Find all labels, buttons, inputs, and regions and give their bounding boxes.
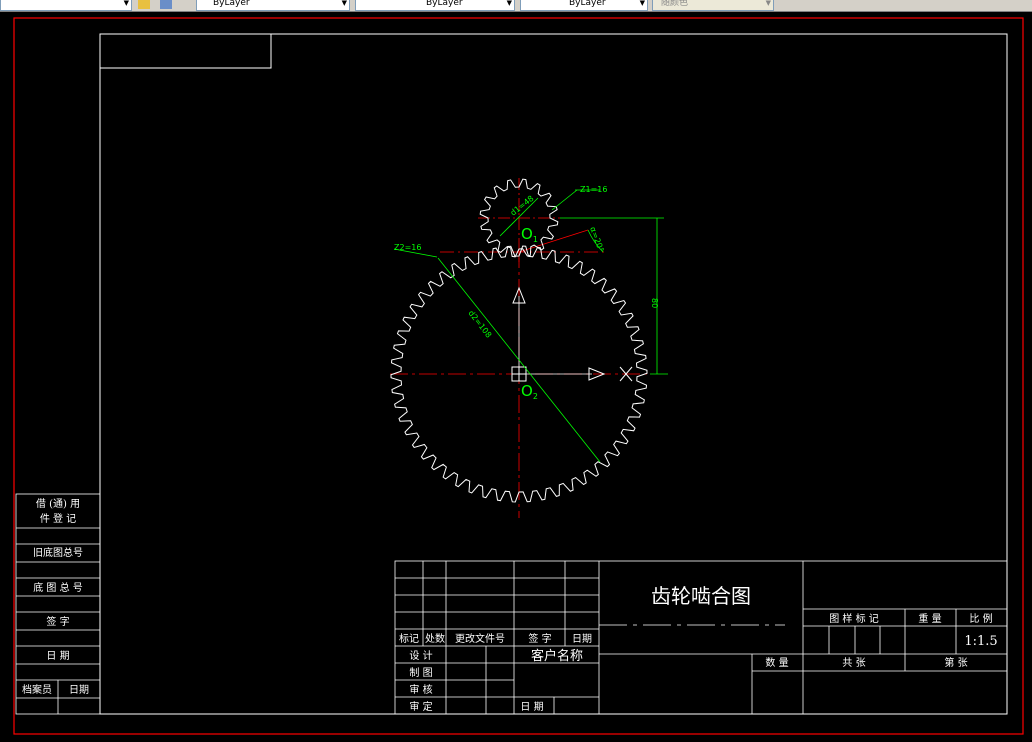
chevron-down-icon: ▼ bbox=[639, 0, 645, 7]
drawing-title: 齿轮啮合图 bbox=[651, 584, 751, 608]
quantity-label: 数 量 bbox=[765, 656, 788, 669]
registration-label-1: 借 (通) 用 bbox=[36, 498, 80, 510]
gear-assembly: Z1=16 Z2=16 d1=48 d2=108 80 α=20° O1 O2 bbox=[390, 178, 668, 518]
row-draw: 制 图 bbox=[409, 666, 432, 679]
left-registration-column bbox=[15, 493, 101, 715]
row-design: 设 计 bbox=[409, 649, 432, 662]
lineweight-control[interactable]: ByLayer ▼ bbox=[520, 0, 648, 11]
chevron-down-icon: ▼ bbox=[341, 0, 347, 7]
weight-label: 重 量 bbox=[918, 612, 941, 625]
signature-label: 签 字 bbox=[46, 615, 69, 628]
header-document: 更改文件号 bbox=[455, 632, 505, 645]
center-distance-label: 80 bbox=[650, 298, 659, 308]
color-control[interactable]: ByLayer ▼ bbox=[196, 0, 350, 11]
o2-label: O2 bbox=[521, 382, 538, 401]
chevron-down-icon: ▼ bbox=[506, 0, 512, 7]
chevron-down-icon: ▼ bbox=[123, 0, 129, 7]
o1-label: O1 bbox=[521, 225, 538, 244]
header-count: 处数 bbox=[425, 632, 445, 645]
stage-mark-label: 图 样 标 记 bbox=[829, 612, 879, 625]
base-drawing-number-label: 底 图 总 号 bbox=[33, 581, 83, 594]
archivist-date-label: 日期 bbox=[69, 684, 89, 696]
sheet-number-label: 第 张 bbox=[944, 656, 967, 669]
z1-leader-line bbox=[551, 189, 578, 211]
drawing-canvas[interactable]: 借 (通) 用 件 登 记 旧底图总号 底 图 总 号 签 字 日 期 档案员 … bbox=[0, 12, 1032, 742]
reverse-title-box bbox=[99, 33, 272, 69]
layer-dropdown[interactable]: ▼ bbox=[0, 0, 132, 11]
layer-previous-icon[interactable] bbox=[160, 0, 172, 9]
plotstyle-control[interactable]: 随颜色 ▼ bbox=[652, 0, 774, 11]
approval-date-label: 日 期 bbox=[520, 701, 543, 713]
z2-label: Z2=16 bbox=[394, 243, 421, 252]
header-mark: 标记 bbox=[399, 633, 419, 645]
row-approve: 审 定 bbox=[409, 700, 432, 713]
total-sheets-label: 共 张 bbox=[842, 657, 865, 669]
old-drawing-number-label: 旧底图总号 bbox=[33, 546, 83, 559]
z1-label: Z1=16 bbox=[580, 185, 607, 194]
row-check: 审 核 bbox=[409, 683, 432, 696]
pressure-angle-label: α=20° bbox=[588, 226, 605, 254]
layer-state-icon[interactable] bbox=[138, 0, 150, 9]
date-label: 日 期 bbox=[46, 650, 69, 662]
scale-value: 1:1.5 bbox=[964, 634, 997, 649]
d2-label: d2=108 bbox=[466, 309, 493, 340]
scale-label: 比 例 bbox=[969, 612, 992, 625]
linetype-control[interactable]: ByLayer ▼ bbox=[355, 0, 515, 11]
customer-name: 客户名称 bbox=[531, 648, 583, 664]
archivist-label: 档案员 bbox=[22, 683, 52, 696]
header-date: 日期 bbox=[572, 633, 592, 645]
properties-toolbar: ▼ ByLayer ▼ ByLayer ▼ ByLayer ▼ 随颜色 ▼ bbox=[0, 0, 1032, 12]
chevron-down-icon: ▼ bbox=[765, 0, 771, 7]
registration-label-2: 件 登 记 bbox=[40, 512, 76, 525]
header-signature: 签 字 bbox=[528, 632, 551, 645]
